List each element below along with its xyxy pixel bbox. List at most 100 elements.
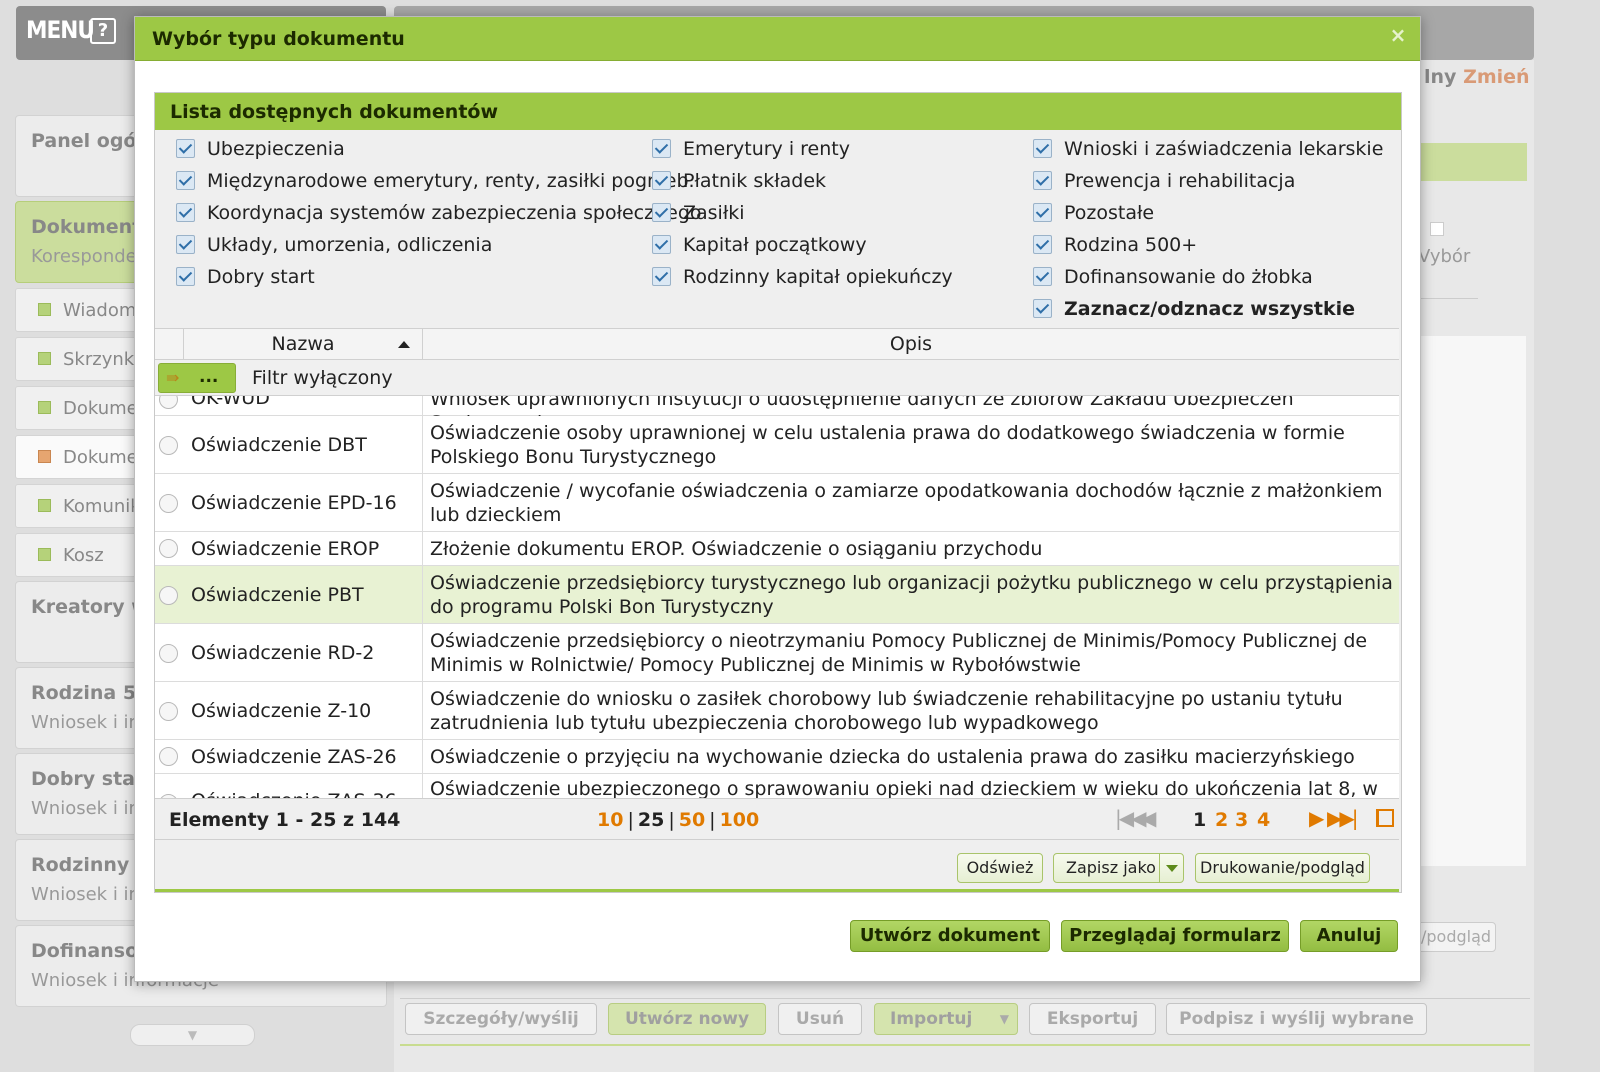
bullet-icon xyxy=(38,548,51,561)
documents-grid: Lista dostępnych dokumentów Ubezpieczeni… xyxy=(154,92,1402,893)
close-icon[interactable]: × xyxy=(1387,24,1409,46)
page-number[interactable]: 4 xyxy=(1257,809,1270,831)
scroll-down-icon[interactable]: ▼ xyxy=(130,1024,255,1046)
grid-toolbar: Odśwież Zapisz jako Drukowanie/podgląd xyxy=(155,841,1399,892)
previous-page-icon[interactable]: ◀ xyxy=(1141,806,1156,830)
dialog-header[interactable]: Wybór typu dokumentu × xyxy=(135,17,1420,61)
delete-button[interactable]: Usuń xyxy=(778,1003,862,1035)
list-area xyxy=(1420,336,1526,866)
first-page-icon[interactable]: |◀◀ xyxy=(1115,806,1146,830)
save-as-label: Zapisz jako xyxy=(1066,858,1156,877)
pager: Elementy 1 - 25 z 144 10 | 25 | 50 | 100 |◀◀ ◀… xyxy=(155,798,1399,840)
create-document-button[interactable]: Utwórz dokument xyxy=(850,920,1050,952)
row-description: Oświadczenie przedsiębiorcy o nieotrzyma… xyxy=(430,630,1368,676)
refresh-page-icon[interactable] xyxy=(1376,809,1394,827)
details-send-button[interactable]: Szczegóły/wyślij xyxy=(405,1003,597,1035)
create-new-button[interactable]: Utwórz nowy xyxy=(608,1003,766,1035)
page-number[interactable]: 3 xyxy=(1235,809,1248,831)
print-preview-button[interactable]: Drukowanie/podgląd xyxy=(1195,853,1370,883)
cancel-button[interactable]: Anuluj xyxy=(1300,920,1398,952)
table-row[interactable]: Oświadczenie RD-2 Oświadczenie przedsięb… xyxy=(155,624,1399,682)
checkbox-checked-icon xyxy=(1033,299,1052,318)
last-page-icon[interactable]: ▶▶| xyxy=(1327,806,1358,830)
row-name: Oświadczenie DBT xyxy=(184,416,423,473)
checkbox-checked-icon xyxy=(652,139,671,158)
select-column-header xyxy=(155,329,184,360)
document-type-dialog: Wybór typu dokumentu × Lista dostępnych … xyxy=(134,16,1421,982)
bullet-icon xyxy=(38,401,51,414)
next-page-icon[interactable]: ▶ xyxy=(1309,806,1324,830)
row-name: Oświadczenie ZAS-36 xyxy=(184,774,423,798)
chevron-down-icon[interactable] xyxy=(1159,854,1183,882)
radio-button[interactable] xyxy=(159,586,178,605)
table-row[interactable]: Oświadczenie ZAS-26 Oświadczenie o przyj… xyxy=(155,740,1399,774)
table-row[interactable]: Oświadczenie EPD-16 Oświadczenie / wycof… xyxy=(155,474,1399,532)
checkbox-checked-icon xyxy=(1033,171,1052,190)
panel-title: Rodzinny k xyxy=(31,854,149,876)
page-size-selector: 10 | 25 | 50 | 100 xyxy=(597,809,760,831)
checkbox-checked-icon xyxy=(1033,139,1052,158)
help-icon[interactable]: ? xyxy=(90,18,116,44)
radio-button[interactable] xyxy=(159,494,178,513)
row-name: Oświadczenie Z-10 xyxy=(184,682,423,739)
column-header-description[interactable]: Opis xyxy=(423,329,1399,360)
radio-button[interactable] xyxy=(159,644,178,663)
column-header-name[interactable]: Nazwa xyxy=(184,329,423,360)
page-size-option[interactable]: 50 xyxy=(679,809,705,831)
filter-row: ⇛ ... Filtr wyłączony xyxy=(155,360,1399,396)
import-button[interactable]: Importuj ▼ xyxy=(874,1003,1018,1035)
import-label: Importuj xyxy=(890,1009,973,1029)
filter-button[interactable]: ⇛ ... xyxy=(158,363,236,393)
checkbox-checked-icon xyxy=(652,267,671,286)
section-header xyxy=(1420,143,1527,181)
save-as-button[interactable]: Zapisz jako xyxy=(1053,853,1184,883)
radio-button[interactable] xyxy=(159,539,178,558)
browse-form-button[interactable]: Przeglądaj formularz xyxy=(1061,920,1289,952)
change-link[interactable]: Zmień xyxy=(1463,66,1530,88)
table-row[interactable]: Oświadczenie Z-10 Oświadczenie do wniosk… xyxy=(155,682,1399,740)
table-row[interactable]: Oświadczenie EROP Złożenie dokumentu ERO… xyxy=(155,532,1399,566)
checkbox-checked-icon xyxy=(176,203,195,222)
user-label: lny xyxy=(1424,66,1457,88)
preview-button[interactable]: /podgląd xyxy=(1414,922,1496,952)
page-number[interactable]: 2 xyxy=(1215,809,1228,831)
row-description: Oświadczenie osoby uprawnionej w celu us… xyxy=(430,422,1345,468)
page-size-option-current[interactable]: 25 xyxy=(638,809,664,831)
row-name: OK-WUD xyxy=(184,396,423,415)
panel-subtitle: Wniosek i in xyxy=(31,798,140,819)
divider xyxy=(1420,298,1478,299)
radio-button[interactable] xyxy=(159,396,178,409)
row-name: Oświadczenie PBT xyxy=(184,566,423,623)
filter-arrow-icon: ⇛ xyxy=(166,368,180,387)
checkbox-checked-icon xyxy=(176,235,195,254)
select-checkbox[interactable] xyxy=(1430,222,1444,236)
radio-button[interactable] xyxy=(159,702,178,721)
menu-label[interactable]: MENU xyxy=(26,16,95,44)
checkbox-checked-icon xyxy=(652,203,671,222)
checkbox-checked-icon xyxy=(652,171,671,190)
table-row[interactable]: Oświadczenie ZAS-36 Oświadczenie ubezpie… xyxy=(155,774,1399,798)
radio-button[interactable] xyxy=(159,436,178,455)
checkbox-checked-icon xyxy=(176,171,195,190)
export-button[interactable]: Eksportuj xyxy=(1029,1003,1156,1035)
dialog-title: Wybór typu dokumentu xyxy=(152,28,405,50)
bullet-icon xyxy=(38,450,51,463)
page-size-option[interactable]: 10 xyxy=(597,809,623,831)
row-description: Złożenie dokumentu EROP. Oświadczenie o … xyxy=(430,538,1043,560)
checkbox-checked-icon xyxy=(1033,235,1052,254)
page-number-current[interactable]: 1 xyxy=(1193,809,1206,831)
checkbox-checked-icon xyxy=(176,267,195,286)
table-header: Nazwa Opis xyxy=(155,328,1399,360)
radio-button[interactable] xyxy=(159,747,178,766)
table-row[interactable]: OK-WUD Wniosek uprawnionych instytucji o… xyxy=(155,396,1399,434)
table-row[interactable]: Oświadczenie DBT Oświadczenie osoby upra… xyxy=(155,416,1399,474)
table-row-highlighted[interactable]: Oświadczenie PBT Oświadczenie przedsiębi… xyxy=(155,566,1399,624)
item-count: Elementy 1 - 25 z 144 xyxy=(169,809,401,831)
page-size-option[interactable]: 100 xyxy=(720,809,760,831)
checkbox-checked-icon xyxy=(176,139,195,158)
refresh-button[interactable]: Odśwież xyxy=(957,853,1043,883)
panel-subtitle: Koresponde xyxy=(31,246,137,267)
row-description: Oświadczenie o przyjęciu na wychowanie d… xyxy=(430,746,1355,768)
panel-title: Rodzina 50 xyxy=(31,682,150,704)
sign-send-button[interactable]: Podpisz i wyślij wybrane xyxy=(1166,1003,1427,1035)
